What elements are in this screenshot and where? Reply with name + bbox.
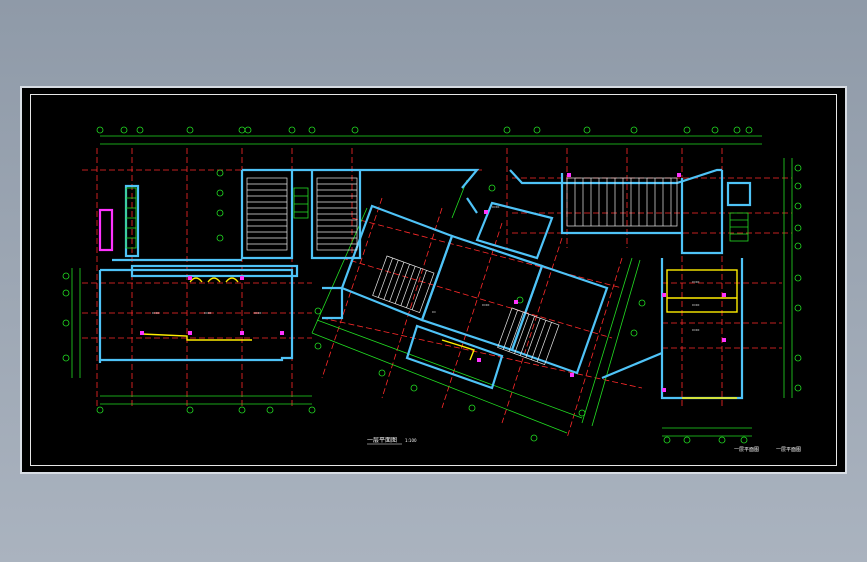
- drawing-title: 一层平面图: [367, 437, 397, 444]
- svg-text:▭▭: ▭▭: [692, 279, 700, 284]
- axis-grid-lines: [82, 148, 792, 439]
- room-tags: ▭▭ ▭▭ ▭▭ ▭▭▭▭▭▭ ▭▭▭▭▭: [152, 204, 700, 332]
- svg-text:▭▭: ▭▭: [152, 310, 160, 315]
- right-caption-a: 一层平面图: [734, 447, 759, 453]
- drawing-scale: 1:100: [405, 438, 417, 443]
- cad-drawing-viewport[interactable]: ▭▭ ▭▭ ▭▭ ▭▭ ▭▭ ▭▭ ▭▭ ▭▭ ▭ 一层平面图 1:100 一层平面图 一层…: [20, 86, 847, 474]
- svg-text:▭▭: ▭▭: [492, 204, 500, 209]
- svg-text:▭▭: ▭▭: [204, 310, 212, 315]
- svg-text:▭▭: ▭▭: [254, 310, 262, 315]
- right-caption-b: 一层平面图: [776, 447, 801, 453]
- svg-text:▭: ▭: [432, 309, 436, 314]
- svg-text:▭▭: ▭▭: [692, 302, 700, 307]
- wall-outlines: [98, 168, 752, 400]
- svg-text:▭▭: ▭▭: [692, 327, 700, 332]
- floor-plan-canvas: ▭▭ ▭▭ ▭▭ ▭▭▭▭▭▭ ▭▭▭▭▭ 一层平面图 1:100 一层平面图 一层…: [62, 126, 802, 453]
- svg-text:▭▭: ▭▭: [482, 302, 490, 307]
